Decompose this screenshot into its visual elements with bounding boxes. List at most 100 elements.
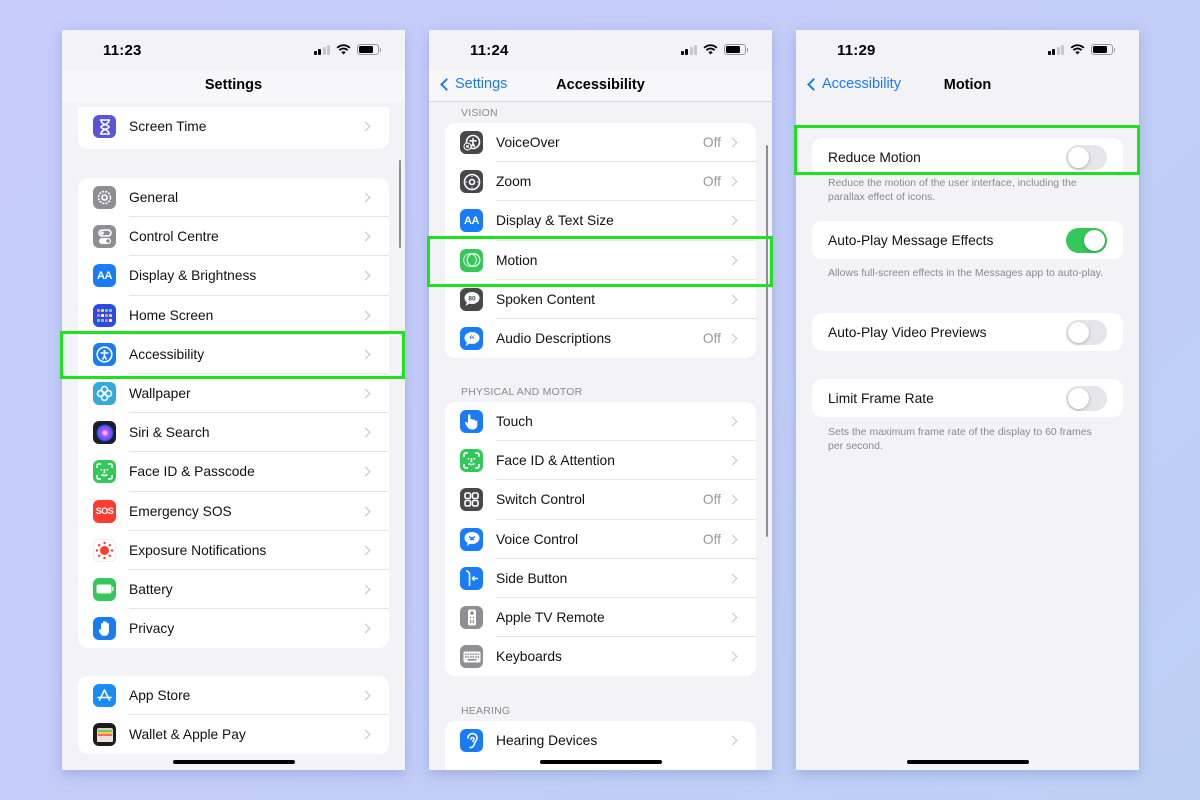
row-screen-time[interactable]: Screen Time — [78, 107, 389, 146]
scrollbar[interactable] — [399, 160, 401, 248]
row-control-centre[interactable]: Control Centre — [78, 217, 389, 257]
row-emergency-sos[interactable]: SOS Emergency SOS — [78, 492, 389, 531]
chevron-right-icon — [727, 455, 738, 466]
reduce-motion-toggle[interactable] — [1066, 144, 1107, 170]
row-label: VoiceOver — [496, 135, 560, 151]
row-keyboards[interactable]: Keyboards — [445, 637, 756, 676]
battery-app-icon — [93, 577, 116, 601]
status-bar: 11:23 — [62, 30, 405, 70]
status-bar: 11:24 — [429, 30, 772, 70]
row-label: Exposure Notifications — [129, 542, 267, 558]
chevron-right-icon — [727, 176, 738, 187]
scrollbar[interactable] — [766, 145, 768, 537]
home-indicator[interactable] — [172, 760, 295, 764]
signal-icon — [1047, 44, 1064, 55]
row-switch-control[interactable]: Switch Control Off — [445, 480, 756, 520]
chevron-right-icon — [727, 294, 738, 305]
row-label: Display & Text Size — [496, 213, 614, 229]
toggle-knob — [1068, 387, 1089, 409]
chevron-right-icon — [360, 388, 371, 399]
row-label: Battery — [129, 581, 173, 597]
row-voice-control[interactable]: Voice Control Off — [445, 520, 756, 559]
row-audio-descriptions[interactable]: “ Audio Descriptions Off — [445, 319, 756, 358]
row-touch[interactable]: Touch — [445, 402, 756, 442]
row-side-button[interactable]: Side Button — [445, 559, 756, 598]
row-label: Audio Descriptions — [496, 331, 612, 347]
back-label: Settings — [455, 76, 508, 92]
row-spoken-content[interactable]: 80 Spoken Content — [445, 280, 756, 319]
row-voiceover[interactable]: VoiceOver Off — [445, 123, 756, 163]
row-siri-and-search[interactable]: Siri & Search — [78, 413, 389, 453]
row-privacy[interactable]: Privacy — [78, 609, 389, 648]
row-battery[interactable]: Battery — [78, 570, 389, 610]
row-app-store[interactable]: App Store — [78, 676, 389, 716]
chevron-right-icon — [360, 690, 371, 701]
switches-icon — [93, 225, 116, 249]
row-wallpaper[interactable]: Wallpaper — [78, 374, 389, 414]
row-face-id-and-passcode[interactable]: Face ID & Passcode — [78, 452, 389, 492]
chevron-left-icon — [807, 77, 820, 91]
chevron-right-icon — [360, 506, 371, 517]
row-apple-tv-remote[interactable]: Apple TV Remote — [445, 598, 756, 638]
row-wallet-and-apple-pay[interactable]: Wallet & Apple Pay — [78, 715, 389, 754]
settings-group-2: General Control Centre AA Display & Brightn… — [78, 178, 389, 649]
row-general[interactable]: General — [78, 178, 389, 218]
chevron-right-icon — [360, 427, 371, 438]
row-label: Spoken Content — [496, 291, 595, 307]
vision-group: VoiceOver Off Zoom Off AA Display & Text Size… — [445, 123, 756, 359]
home-indicator[interactable] — [906, 760, 1029, 764]
row-label: General — [129, 190, 179, 206]
row-accessibility[interactable]: Accessibility — [78, 335, 389, 374]
row-motion[interactable]: Motion — [445, 241, 756, 280]
auto-play-video-previews-toggle[interactable] — [1066, 319, 1107, 345]
hourglass-icon — [93, 115, 116, 139]
status-bar: 11:29 — [796, 30, 1139, 70]
chevron-right-icon — [727, 534, 738, 545]
svg-text:“: “ — [469, 333, 475, 345]
face-id-icon — [93, 460, 116, 484]
row-display-and-text-size[interactable]: AA Display & Text Size — [445, 201, 756, 241]
face-id-icon — [460, 449, 483, 473]
chevron-right-icon — [360, 271, 371, 281]
settings-screen: 11:23 Settings Screen Time General Contro… — [62, 30, 405, 770]
setting-auto-play-message-effects: Auto-Play Message Effects — [812, 221, 1123, 259]
row-label: Display & Brightness — [129, 268, 257, 284]
hand-point-icon — [460, 410, 483, 434]
home-indicator[interactable] — [539, 760, 662, 764]
section-header-physical-motor: PHYSICAL AND MOTOR — [461, 386, 583, 398]
setting-label: Reduce Motion — [828, 149, 921, 165]
row-display-and-brightness[interactable]: AA Display & Brightness — [78, 256, 389, 296]
row-label: Wallet & Apple Pay — [129, 727, 246, 743]
status-time: 11:29 — [837, 42, 876, 59]
row-home-screen[interactable]: Home Screen — [78, 296, 389, 335]
row-label: Control Centre — [129, 229, 219, 245]
battery-icon — [724, 44, 748, 55]
setting-reduce-motion: Reduce Motion — [812, 138, 1123, 176]
row-exposure-notifications[interactable]: Exposure Notifications — [78, 531, 389, 570]
row-hearing-devices[interactable]: Hearing Devices — [445, 721, 756, 760]
chevron-right-icon — [727, 137, 738, 148]
row-zoom[interactable]: Zoom Off — [445, 162, 756, 202]
setting-footnote: Allows full-screen effects in the Messag… — [828, 267, 1104, 279]
hand-icon — [93, 617, 116, 641]
auto-play-message-effects-toggle[interactable] — [1066, 227, 1107, 253]
text-size-icon: AA — [460, 209, 483, 233]
toggle-knob — [1068, 321, 1089, 343]
settings-group-3: App Store Wallet & Apple Pay — [78, 676, 389, 755]
back-button[interactable]: Accessibility — [806, 76, 901, 92]
row-face-id-and-attention[interactable]: Face ID & Attention — [445, 441, 756, 481]
voiceover-icon — [460, 131, 483, 155]
setting-label: Limit Frame Rate — [828, 390, 934, 406]
chevron-right-icon — [360, 729, 371, 740]
limit-frame-rate-toggle[interactable] — [1066, 385, 1107, 411]
switch-grid-icon — [460, 488, 483, 512]
chevron-right-icon — [727, 333, 738, 344]
back-button[interactable]: Settings — [439, 76, 507, 92]
chevron-right-icon — [727, 216, 738, 226]
chevron-right-icon — [360, 584, 371, 595]
gear-icon — [93, 186, 116, 210]
side-button-icon — [460, 566, 483, 590]
keyboard-icon — [460, 645, 483, 669]
row-label: Switch Control — [496, 492, 585, 508]
accessibility-icon — [93, 342, 116, 366]
